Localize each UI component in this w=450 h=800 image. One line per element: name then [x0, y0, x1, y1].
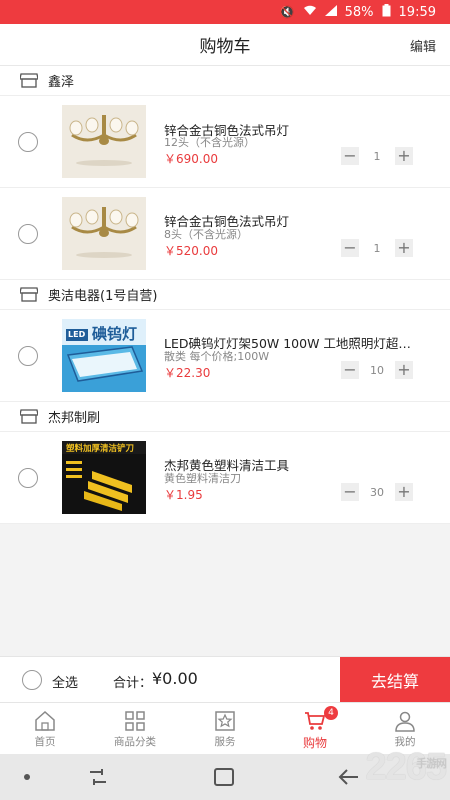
- product-image-title: 碘钨灯: [92, 325, 138, 343]
- tab-label: 商品分类: [114, 736, 156, 748]
- product-image-chandelier: [62, 105, 146, 178]
- star-icon: [215, 711, 235, 731]
- increase-button[interactable]: +: [395, 361, 413, 379]
- battery-icon: [382, 4, 391, 20]
- product-price: ￥520.00: [164, 244, 218, 258]
- tab-label: 购物: [302, 736, 327, 750]
- tab-categories[interactable]: 商品分类: [90, 703, 180, 754]
- increase-button[interactable]: +: [395, 147, 413, 165]
- product-spec: 散类 每个价格;100W: [164, 350, 270, 363]
- store-icon: [20, 409, 38, 424]
- shop-name: 奥洁电器(1号自营): [48, 289, 158, 304]
- mute-icon: 🔇: [279, 5, 295, 19]
- increase-button[interactable]: +: [395, 239, 413, 257]
- item-select-radio[interactable]: [18, 468, 38, 488]
- quantity-stepper: − 10 +: [341, 361, 413, 379]
- watermark-logo: 2265 手游网: [365, 746, 447, 789]
- product-spec: 8头（不含光源）: [164, 228, 248, 241]
- decrease-button[interactable]: −: [341, 239, 359, 257]
- tab-cart[interactable]: 4 购物: [270, 703, 360, 754]
- battery-level: 58%: [344, 4, 374, 20]
- status-bar: 🔇 58% 19:59: [0, 0, 450, 24]
- shop-name: 杰邦制刷: [48, 411, 101, 426]
- select-all-radio[interactable]: [22, 670, 42, 690]
- edit-button[interactable]: 编辑: [410, 36, 436, 55]
- cart-item[interactable]: 锌合金古铜色法式吊灯 12头（不含光源） ￥690.00 − 1 +: [0, 96, 450, 188]
- tab-service[interactable]: 服务: [180, 703, 270, 754]
- cart-icon: [305, 712, 326, 730]
- select-all-label[interactable]: 全选: [52, 672, 78, 691]
- checkout-bar: 全选 合计： ¥0.00 去结算: [0, 656, 450, 703]
- user-icon: [395, 711, 415, 732]
- tab-label: 服务: [214, 736, 236, 748]
- shop-name: 鑫泽: [48, 75, 75, 90]
- back-icon[interactable]: [338, 768, 360, 786]
- item-select-radio[interactable]: [18, 224, 38, 244]
- decrease-button[interactable]: −: [341, 361, 359, 379]
- store-icon: [20, 287, 38, 302]
- signal-icon: [324, 5, 337, 19]
- item-select-radio[interactable]: [18, 132, 38, 152]
- page-header: 购物车 编辑: [0, 24, 450, 66]
- product-price: ￥22.30: [164, 366, 211, 380]
- quantity-stepper: − 1 +: [341, 239, 413, 257]
- cart-item[interactable]: LED 碘钨灯 LED碘钨灯灯架50W 100W 工地照明灯超亮... 散类 每…: [0, 310, 450, 402]
- decrease-button[interactable]: −: [341, 483, 359, 501]
- quantity-stepper: − 1 +: [341, 147, 413, 165]
- product-spec: 12头（不含光源）: [164, 136, 255, 149]
- total-label: 合计：: [113, 676, 153, 691]
- store-icon: [20, 73, 38, 88]
- item-select-radio[interactable]: [18, 346, 38, 366]
- grid-icon: [125, 711, 145, 731]
- clock: 19:59: [398, 4, 436, 20]
- product-image-led-lamp: LED 碘钨灯: [62, 319, 146, 392]
- decrease-button[interactable]: −: [341, 147, 359, 165]
- shop-header[interactable]: 鑫泽: [0, 66, 450, 96]
- product-price: ￥690.00: [164, 152, 218, 166]
- shop-header[interactable]: 杰邦制刷: [0, 402, 450, 432]
- page-title: 购物车: [199, 37, 251, 57]
- wifi-icon: [303, 5, 317, 19]
- product-image-scraper: 塑料加厚清洁铲刀: [62, 441, 146, 514]
- nav-dot-icon[interactable]: [24, 774, 30, 780]
- watermark-sub: 手游网: [416, 758, 447, 770]
- home-icon: [35, 710, 55, 731]
- product-image-badge: LED: [68, 330, 86, 339]
- product-image-chandelier: [62, 197, 146, 270]
- quantity-value[interactable]: 1: [362, 150, 392, 163]
- cart-count-badge: 4: [324, 706, 338, 720]
- product-spec: 黄色塑料清洁刀: [164, 472, 241, 485]
- checkout-button[interactable]: 去结算: [340, 657, 450, 703]
- quantity-value[interactable]: 10: [362, 364, 392, 377]
- total-value: ¥0.00: [152, 669, 198, 688]
- recent-apps-icon[interactable]: [88, 768, 108, 786]
- quantity-value[interactable]: 30: [362, 486, 392, 499]
- cart-item[interactable]: 锌合金古铜色法式吊灯 8头（不含光源） ￥520.00 − 1 +: [0, 188, 450, 280]
- cart-item[interactable]: 塑料加厚清洁铲刀 杰邦黄色塑料清洁工具 黄色塑料清洁刀 ￥1.95 − 30 +: [0, 432, 450, 524]
- quantity-value[interactable]: 1: [362, 242, 392, 255]
- tab-label: 首页: [34, 736, 56, 748]
- tab-home[interactable]: 首页: [0, 703, 90, 754]
- shop-header[interactable]: 奥洁电器(1号自营): [0, 280, 450, 310]
- product-price: ￥1.95: [164, 488, 203, 502]
- quantity-stepper: − 30 +: [341, 483, 413, 501]
- home-button-icon[interactable]: [214, 768, 234, 786]
- increase-button[interactable]: +: [395, 483, 413, 501]
- product-image-title: 塑料加厚清洁铲刀: [66, 444, 135, 454]
